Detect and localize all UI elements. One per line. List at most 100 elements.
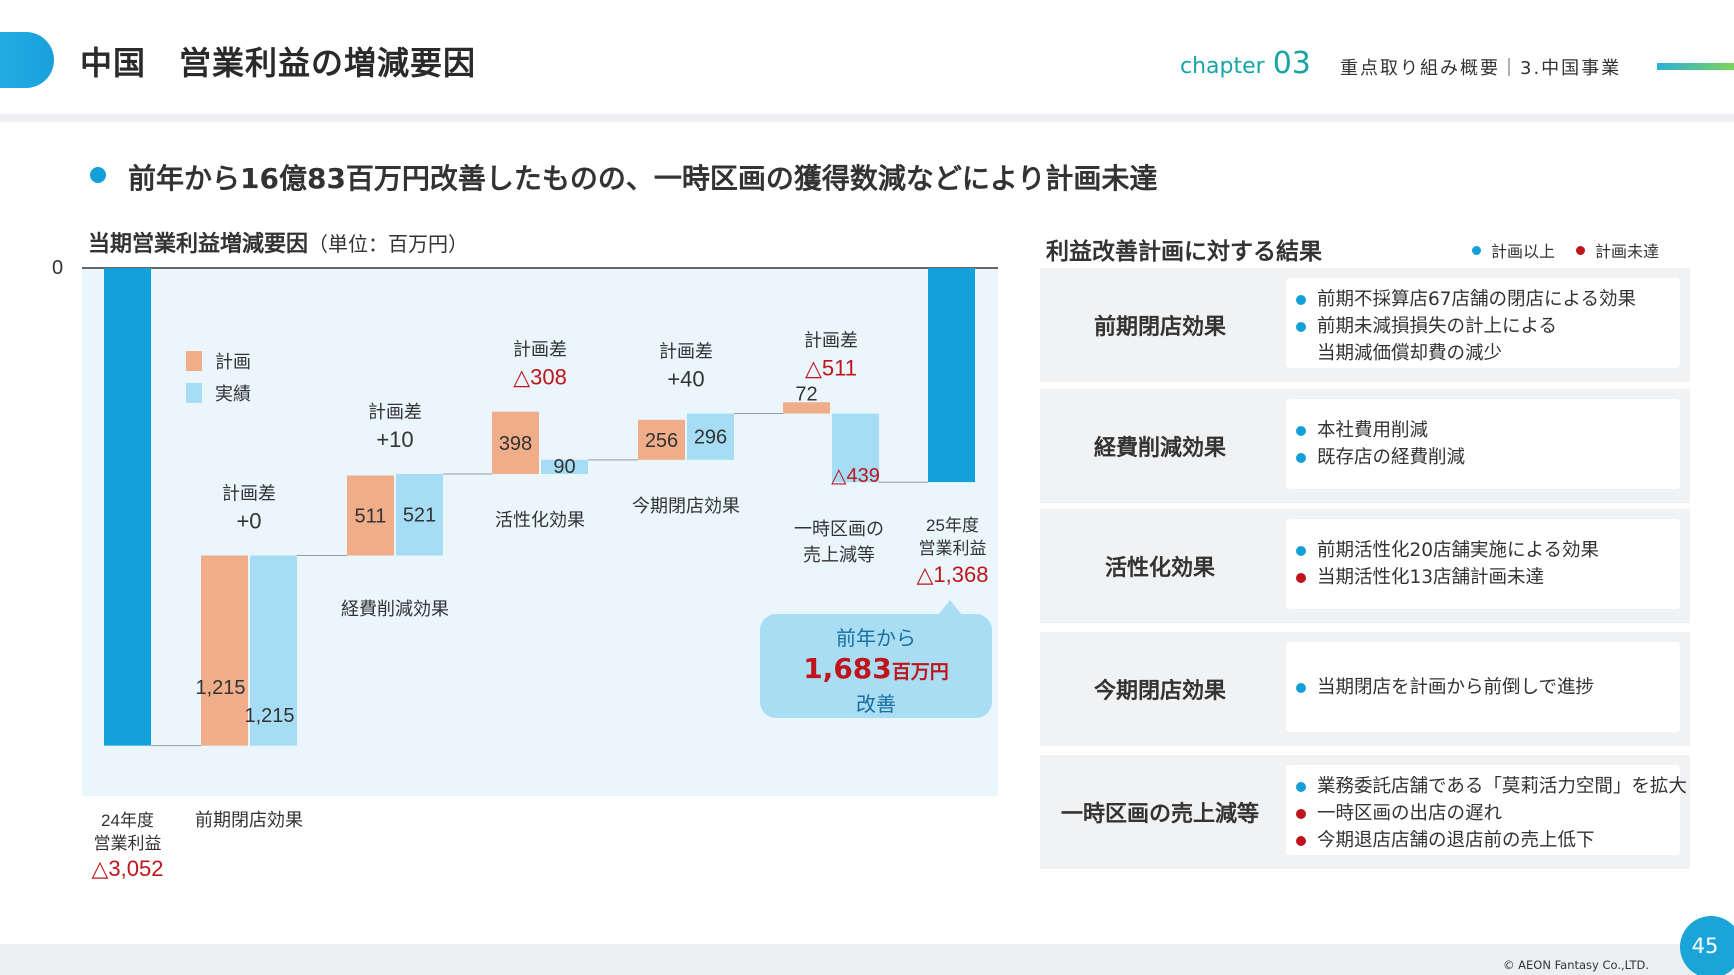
actual-value-label: 90	[553, 456, 575, 478]
actual-value-label: 1,215	[244, 705, 294, 727]
result-detail-box: 業務委託店舗である「莫莉活力空間」を拡大 一時区画の出店の遅れ今期退店店舗の退店前…	[1286, 765, 1687, 855]
result-detail-box: 当期閉店を計画から前倒しで進捗	[1286, 642, 1680, 732]
result-bullet: 業務委託店舗である「莫莉活力空間」を拡大	[1286, 773, 1687, 800]
plan-diff-value: +10	[376, 427, 413, 452]
result-bullet: 既存店の経費削減	[1286, 444, 1680, 471]
legend-label: 計画以上	[1491, 242, 1556, 261]
result-bullet: 前期不採算店67店舗の閉店による効果	[1286, 286, 1680, 313]
actual-value-label: △439	[831, 465, 880, 487]
result-row: 一時区画の売上減等 業務委託店舗である「莫莉活力空間」を拡大 一時区画の出店の遅れ今…	[1040, 755, 1690, 869]
result-bullet-text: 今期退店店舗の退店前の売上低下	[1317, 830, 1595, 851]
actual-value-label: 296	[694, 427, 727, 449]
result-detail-box: 本社費用削減既存店の経費削減	[1286, 399, 1680, 489]
plan-diff-title: 計画差	[804, 330, 858, 350]
plan-diff-value: △308	[513, 365, 567, 390]
bullet-dot-icon	[1296, 426, 1306, 436]
result-bullet: 当期活性化13店舗計画未達	[1286, 564, 1680, 591]
bullet-dot-icon	[1296, 295, 1306, 305]
legend-label-actual: 実績	[215, 384, 251, 404]
legend-above-plan: 計画以上	[1472, 238, 1555, 262]
bullet-dot-icon	[1296, 682, 1306, 693]
chapter-label: chapter 03	[1180, 46, 1311, 81]
result-bullet: 一時区画の出店の遅れ	[1286, 800, 1680, 827]
factor-category-label: 今期閉店効果	[632, 496, 740, 516]
result-row: 今期閉店効果 当期閉店を計画から前倒しで進捗	[1040, 632, 1690, 746]
legend-label-plan: 計画	[215, 352, 251, 372]
waterfall-chart: 0計画実績24年度営業利益△3,0521,2151,215計画差+0前期閉店効果…	[52, 257, 998, 881]
callout-unit: 百万円	[891, 661, 949, 683]
plan-value-label: 1,215	[195, 677, 245, 699]
factor-category-label: 活性化効果	[495, 510, 585, 530]
result-detail-box: 前期不採算店67店舗の閉店による効果 前期未減損損失の計上による 当期減価償却費の減…	[1286, 278, 1680, 368]
result-row: 経費削減効果 本社費用削減既存店の経費削減	[1040, 389, 1690, 503]
plan-diff-title: 計画差	[513, 340, 567, 360]
result-bullet-text: 本社費用削減	[1317, 420, 1429, 441]
legend-dot-icon	[1576, 246, 1585, 255]
plan-diff-title: 計画差	[368, 402, 422, 422]
bullet-dot-icon	[1296, 573, 1306, 583]
result-bullet-text: 前期活性化20店舗実施による効果	[1317, 540, 1599, 561]
bullet-dot-icon	[1296, 809, 1306, 819]
end-category-label: 営業利益	[919, 539, 987, 558]
plan-bar	[201, 555, 248, 746]
legend-swatch-plan	[186, 351, 202, 371]
result-bullet-text: 一時区画の出店の遅れ	[1317, 803, 1503, 824]
result-bullet: 今期退店店舗の退店前の売上低下	[1286, 827, 1680, 854]
result-row-label: 経費削減効果	[1093, 436, 1226, 461]
result-row-label: 活性化効果	[1104, 556, 1215, 581]
result-bullet: 当期閉店を計画から前倒しで進捗	[1286, 674, 1680, 701]
factor-category-label: 一時区画の	[794, 519, 884, 539]
y-axis-tick: 0	[52, 257, 63, 279]
end-total-bar	[928, 268, 975, 483]
result-row-label: 前期閉店効果	[1093, 315, 1226, 340]
callout-line3: 改善	[856, 692, 896, 716]
start-category-label: 24年度	[101, 811, 154, 830]
bullet-dot-icon	[1296, 322, 1306, 332]
plan-diff-value: +40	[667, 367, 704, 392]
result-row-label: 一時区画の売上減等	[1060, 802, 1259, 827]
result-bullet-text: 業務委託店舗である「莫莉活力空間」を拡大	[1317, 776, 1687, 797]
result-row: 前期閉店効果 前期不採算店67店舗の閉店による効果 前期未減損損失の計上による 当期減…	[1040, 268, 1690, 382]
factor-category-label: 前期閉店効果	[195, 810, 303, 830]
bullet-dot-icon	[1296, 453, 1306, 463]
result-bullet: 本社費用削減	[1286, 417, 1680, 444]
result-row: 活性化効果 前期活性化20店舗実施による効果 当期活性化13店舗計画未達	[1040, 509, 1690, 623]
result-row-label: 今期閉店効果	[1093, 679, 1226, 704]
actual-value-label: 521	[403, 505, 436, 527]
plan-diff-value: △511	[805, 355, 857, 380]
result-bullet-text: 当期活性化13店舗計画未達	[1317, 567, 1545, 588]
plan-diff-value: +0	[236, 508, 261, 533]
copyright: © AEON Fantasy Co.,LTD.	[1503, 958, 1650, 972]
callout-amount: 1,683	[803, 652, 892, 685]
page-number: 45	[1691, 934, 1719, 958]
result-bullet-text: 当期減価償却費の減少	[1317, 343, 1503, 364]
start-category-label: 営業利益	[94, 834, 162, 853]
plan-value-label: 72	[795, 383, 817, 405]
plan-diff-title: 計画差	[222, 483, 276, 503]
callout-amount-line: 1,683百万円	[760, 652, 992, 685]
result-bullet-text: 前期未減損損失の計上による	[1317, 316, 1557, 337]
start-total-bar	[104, 268, 151, 746]
result-bullet: 前期未減損損失の計上による	[1286, 313, 1680, 340]
plan-value-label: 256	[645, 430, 678, 452]
header-gradient-line	[1657, 63, 1734, 70]
factor-category-label: 経費削減効果	[341, 599, 449, 619]
result-bullet-text: 前期不採算店67店舗の閉店による効果	[1317, 289, 1636, 310]
plan-value-label: 511	[355, 506, 387, 528]
plan-value-label: 398	[499, 433, 532, 455]
footer-bar	[0, 944, 1734, 975]
result-bullet-text: 当期閉店を計画から前倒しで進捗	[1317, 676, 1594, 698]
callout-line1: 前年から	[836, 626, 916, 650]
result-bullet: 当期減価償却費の減少	[1286, 340, 1680, 367]
end-value-label: △1,368	[917, 562, 989, 587]
result-detail-box: 前期活性化20店舗実施による効果 当期活性化13店舗計画未達	[1286, 519, 1680, 609]
bullet-dot-icon	[1296, 546, 1306, 556]
legend-swatch-actual	[186, 383, 202, 403]
factor-category-label: 売上減等	[803, 545, 875, 565]
bullet-dot-icon	[1296, 782, 1306, 792]
slide: { "header": { "title": "中国 営業利益の増減要因", "…	[0, 0, 1734, 975]
result-bullet-text: 既存店の経費削減	[1317, 447, 1466, 468]
start-value-label: △3,052	[92, 856, 164, 881]
bullet-dot-icon	[1296, 836, 1306, 846]
legend-below-plan: 計画未達	[1576, 238, 1659, 262]
